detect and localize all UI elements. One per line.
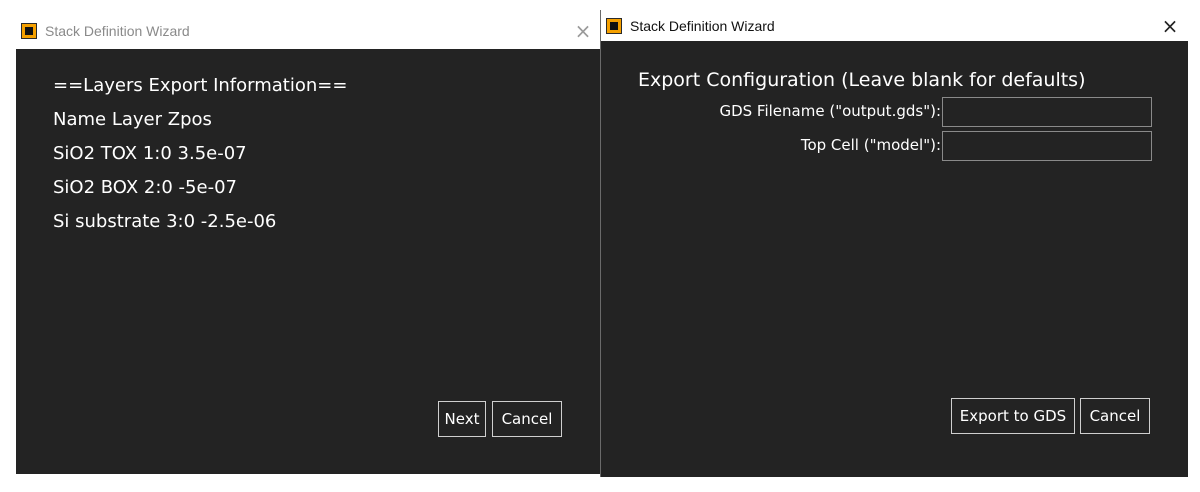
gds-filename-field[interactable]	[942, 97, 1152, 127]
layers-info-list: ==Layers Export Information== Name Layer…	[53, 69, 347, 239]
title-bar[interactable]: Stack Definition Wizard ×	[601, 10, 1188, 41]
title-bar[interactable]: Stack Definition Wizard ×	[16, 12, 601, 49]
info-line: SiO2 TOX 1:0 3.5e-07	[53, 143, 247, 164]
cancel-button[interactable]: Cancel	[492, 401, 562, 437]
export-to-gds-button[interactable]: Export to GDS	[951, 398, 1075, 434]
cancel-button[interactable]: Cancel	[1080, 398, 1150, 434]
info-column-header: Name Layer Zpos	[53, 109, 212, 130]
close-icon[interactable]: ×	[1152, 14, 1188, 38]
export-configuration-heading: Export Configuration (Leave blank for de…	[638, 69, 1086, 91]
gds-filename-label: GDS Filename ("output.gds"):	[719, 102, 941, 120]
app-icon	[606, 17, 622, 34]
window-content: Export Configuration (Leave blank for de…	[601, 41, 1188, 477]
info-line: Si substrate 3:0 -2.5e-06	[53, 211, 277, 232]
top-cell-label: Top Cell ("model"):	[800, 136, 941, 154]
export-configuration-window: Stack Definition Wizard × Export Configu…	[600, 10, 1188, 477]
window-title: Stack Definition Wizard	[45, 22, 190, 39]
gds-filename-row: GDS Filename ("output.gds"):	[601, 97, 1153, 129]
next-button[interactable]: Next	[438, 401, 486, 437]
top-cell-row: Top Cell ("model"):	[601, 131, 1153, 163]
close-icon[interactable]: ×	[565, 19, 601, 43]
top-cell-field[interactable]	[942, 131, 1152, 161]
info-line: SiO2 BOX 2:0 -5e-07	[53, 177, 237, 198]
window-content: ==Layers Export Information== Name Layer…	[16, 49, 601, 474]
window-title: Stack Definition Wizard	[630, 17, 775, 34]
app-icon	[21, 22, 37, 39]
info-heading: ==Layers Export Information==	[53, 75, 348, 96]
layers-export-window: Stack Definition Wizard × ==Layers Expor…	[16, 12, 601, 474]
